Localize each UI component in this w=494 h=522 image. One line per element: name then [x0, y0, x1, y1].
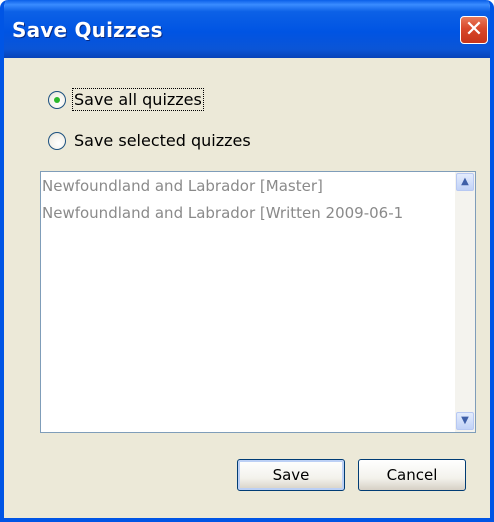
chevron-up-icon: ▲	[461, 176, 469, 187]
title-bar[interactable]: Save Quizzes ✕	[4, 0, 490, 58]
save-selected-radio-option[interactable]: Save selected quizzes	[48, 131, 251, 150]
chevron-down-icon: ▼	[461, 415, 469, 426]
close-button[interactable]: ✕	[460, 16, 488, 44]
dialog-title: Save Quizzes	[12, 18, 163, 42]
close-icon: ✕	[464, 17, 484, 42]
scroll-up-button[interactable]: ▲	[456, 173, 474, 191]
cancel-button[interactable]: Cancel	[358, 459, 466, 491]
save-quizzes-dialog: Save Quizzes ✕ Save all quizzes Save sel…	[0, 0, 494, 522]
radio-icon-checked[interactable]	[48, 90, 66, 109]
radio-icon-unchecked[interactable]	[48, 131, 66, 150]
radio-dot	[54, 96, 60, 103]
scroll-down-button[interactable]: ▼	[456, 412, 474, 430]
save-all-label[interactable]: Save all quizzes	[72, 88, 204, 111]
save-all-radio-option[interactable]: Save all quizzes	[48, 88, 204, 111]
save-selected-label[interactable]: Save selected quizzes	[74, 131, 251, 150]
list-item[interactable]: Newfoundland and Labrador [Master]	[42, 177, 442, 195]
list-item[interactable]: Newfoundland and Labrador [Written 2009-…	[42, 204, 442, 222]
save-button[interactable]: Save	[237, 459, 345, 491]
quiz-listbox[interactable]: Newfoundland and Labrador [Master] Newfo…	[40, 171, 476, 433]
vertical-scrollbar[interactable]: ▲ ▼	[455, 172, 475, 432]
